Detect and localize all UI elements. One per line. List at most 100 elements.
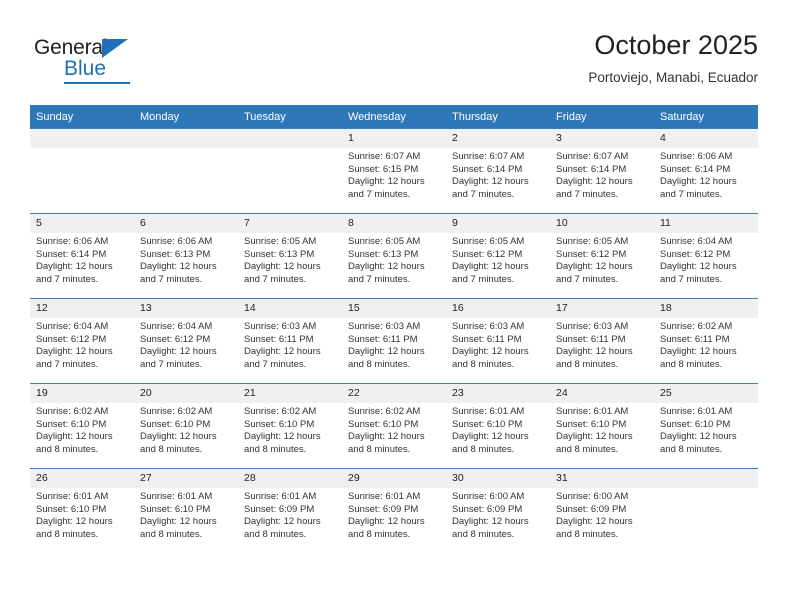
day-number: 5: [30, 214, 134, 233]
sunrise-text: Sunrise: 6:03 AM: [244, 321, 317, 332]
day-number: [30, 129, 134, 148]
calendar-day-cell[interactable]: 12 Sunrise: 6:04 AM Sunset: 6:12 PM Dayligh…: [30, 298, 134, 384]
calendar-day-cell[interactable]: 11 Sunrise: 6:04 AM Sunset: 6:12 PM Dayligh…: [654, 213, 758, 299]
sunset-text: Sunset: 6:10 PM: [660, 418, 731, 430]
day-sun-info: Sunrise: 6:01 AM Sunset: 6:10 PM Daylight:…: [654, 403, 758, 456]
daylight-text: Daylight: 12 hours and 8 minutes.: [36, 431, 113, 455]
day-sun-info: Sunrise: 6:04 AM Sunset: 6:12 PM Daylight:…: [654, 233, 758, 286]
sunset-text: Sunset: 6:12 PM: [660, 248, 731, 260]
sunrise-text: Sunrise: 6:01 AM: [36, 491, 109, 502]
calendar-day-cell[interactable]: 4 Sunrise: 6:06 AM Sunset: 6:14 PM Daylight…: [654, 128, 758, 214]
day-number: 31: [550, 469, 654, 488]
sunset-text: Sunset: 6:10 PM: [244, 418, 315, 430]
calendar-day-cell[interactable]: 24 Sunrise: 6:01 AM Sunset: 6:10 PM Dayligh…: [550, 383, 654, 469]
logo-underline: [64, 82, 130, 84]
calendar-day-cell[interactable]: 9 Sunrise: 6:05 AM Sunset: 6:12 PM Daylight…: [446, 213, 550, 299]
sunrise-text: Sunrise: 6:06 AM: [660, 151, 733, 162]
calendar-day-cell[interactable]: 17 Sunrise: 6:03 AM Sunset: 6:11 PM Dayligh…: [550, 298, 654, 384]
sunset-text: Sunset: 6:14 PM: [452, 163, 523, 175]
day-number: 28: [238, 469, 342, 488]
page-title: October 2025: [594, 30, 758, 60]
calendar-day-cell[interactable]: 29 Sunrise: 6:01 AM Sunset: 6:09 PM Dayligh…: [342, 468, 446, 553]
general-blue-logo[interactable]: General Blue: [34, 36, 154, 88]
calendar-day-cell[interactable]: 22 Sunrise: 6:02 AM Sunset: 6:10 PM Dayligh…: [342, 383, 446, 469]
calendar-day-cell[interactable]: 14 Sunrise: 6:03 AM Sunset: 6:11 PM Dayligh…: [238, 298, 342, 384]
calendar-day-cell[interactable]: 31 Sunrise: 6:00 AM Sunset: 6:09 PM Dayligh…: [550, 468, 654, 553]
day-number: 23: [446, 384, 550, 403]
sunrise-text: Sunrise: 6:02 AM: [244, 406, 317, 417]
day-number: 8: [342, 214, 446, 233]
sunset-text: Sunset: 6:11 PM: [244, 333, 314, 345]
calendar-day-cell[interactable]: 2 Sunrise: 6:07 AM Sunset: 6:14 PM Daylight…: [446, 128, 550, 214]
day-sun-info: Sunrise: 6:04 AM Sunset: 6:12 PM Daylight:…: [134, 318, 238, 371]
sunrise-text: Sunrise: 6:04 AM: [660, 236, 733, 247]
calendar-day-cell[interactable]: 19 Sunrise: 6:02 AM Sunset: 6:10 PM Dayligh…: [30, 383, 134, 469]
day-number: 10: [550, 214, 654, 233]
weekday-header-sunday: Sunday: [30, 105, 134, 129]
daylight-text: Daylight: 12 hours and 7 minutes.: [140, 346, 217, 370]
calendar-day-cell[interactable]: 8 Sunrise: 6:05 AM Sunset: 6:13 PM Daylight…: [342, 213, 446, 299]
calendar-day-cell[interactable]: 26 Sunrise: 6:01 AM Sunset: 6:10 PM Dayligh…: [30, 468, 134, 553]
calendar-page: General Blue October 2025 Portoviejo, Ma…: [0, 0, 792, 612]
day-number: 6: [134, 214, 238, 233]
daylight-text: Daylight: 12 hours and 8 minutes.: [660, 431, 737, 455]
sunset-text: Sunset: 6:13 PM: [348, 248, 419, 260]
calendar-day-cell[interactable]: 27 Sunrise: 6:01 AM Sunset: 6:10 PM Dayligh…: [134, 468, 238, 553]
sunset-text: Sunset: 6:13 PM: [244, 248, 315, 260]
day-number: 4: [654, 129, 758, 148]
calendar-cell-empty: [134, 128, 238, 214]
sunrise-text: Sunrise: 6:03 AM: [452, 321, 525, 332]
calendar-cell-empty: [654, 468, 758, 553]
sunrise-text: Sunrise: 6:06 AM: [140, 236, 213, 247]
weekday-header-friday: Friday: [550, 105, 654, 129]
calendar-day-cell[interactable]: 23 Sunrise: 6:01 AM Sunset: 6:10 PM Dayligh…: [446, 383, 550, 469]
daylight-text: Daylight: 12 hours and 8 minutes.: [452, 516, 529, 540]
day-sun-info: Sunrise: 6:05 AM Sunset: 6:13 PM Daylight:…: [342, 233, 446, 286]
sunrise-text: Sunrise: 6:04 AM: [140, 321, 213, 332]
sunset-text: Sunset: 6:11 PM: [556, 333, 626, 345]
sunrise-text: Sunrise: 6:00 AM: [556, 491, 629, 502]
day-number: 7: [238, 214, 342, 233]
calendar-day-cell[interactable]: 16 Sunrise: 6:03 AM Sunset: 6:11 PM Dayligh…: [446, 298, 550, 384]
title-block: October 2025 Portoviejo, Manabi, Ecuador: [588, 28, 758, 88]
day-sun-info: Sunrise: 6:03 AM Sunset: 6:11 PM Daylight:…: [446, 318, 550, 371]
sunset-text: Sunset: 6:11 PM: [452, 333, 522, 345]
calendar-day-cell[interactable]: 10 Sunrise: 6:05 AM Sunset: 6:12 PM Dayligh…: [550, 213, 654, 299]
calendar-day-cell[interactable]: 1 Sunrise: 6:07 AM Sunset: 6:15 PM Daylight…: [342, 128, 446, 214]
page-header: General Blue October 2025 Portoviejo, Ma…: [30, 28, 758, 94]
calendar-day-cell[interactable]: 7 Sunrise: 6:05 AM Sunset: 6:13 PM Daylight…: [238, 213, 342, 299]
calendar-day-cell[interactable]: 6 Sunrise: 6:06 AM Sunset: 6:13 PM Daylight…: [134, 213, 238, 299]
calendar-day-cell[interactable]: 13 Sunrise: 6:04 AM Sunset: 6:12 PM Dayligh…: [134, 298, 238, 384]
calendar-day-cell[interactable]: 20 Sunrise: 6:02 AM Sunset: 6:10 PM Dayligh…: [134, 383, 238, 469]
calendar-body: 1 Sunrise: 6:07 AM Sunset: 6:15 PM Daylight…: [30, 128, 758, 553]
calendar-day-cell[interactable]: 21 Sunrise: 6:02 AM Sunset: 6:10 PM Dayligh…: [238, 383, 342, 469]
day-sun-info: Sunrise: 6:01 AM Sunset: 6:09 PM Daylight:…: [342, 488, 446, 541]
day-sun-info: Sunrise: 6:04 AM Sunset: 6:12 PM Daylight:…: [30, 318, 134, 371]
calendar-week-row: 12 Sunrise: 6:04 AM Sunset: 6:12 PM Dayligh…: [30, 298, 758, 384]
day-number: [134, 129, 238, 148]
day-number: 26: [30, 469, 134, 488]
sunset-text: Sunset: 6:10 PM: [556, 418, 627, 430]
day-number: 22: [342, 384, 446, 403]
calendar-day-cell[interactable]: 18 Sunrise: 6:02 AM Sunset: 6:11 PM Dayligh…: [654, 298, 758, 384]
logo-triangle-icon: [102, 39, 128, 58]
daylight-text: Daylight: 12 hours and 8 minutes.: [348, 346, 425, 370]
calendar-day-cell[interactable]: 28 Sunrise: 6:01 AM Sunset: 6:09 PM Dayligh…: [238, 468, 342, 553]
sunset-text: Sunset: 6:14 PM: [660, 163, 731, 175]
sunrise-text: Sunrise: 6:06 AM: [36, 236, 109, 247]
sunrise-text: Sunrise: 6:02 AM: [140, 406, 213, 417]
calendar-day-cell[interactable]: 15 Sunrise: 6:03 AM Sunset: 6:11 PM Dayligh…: [342, 298, 446, 384]
sunset-text: Sunset: 6:10 PM: [140, 503, 211, 515]
day-sun-info: Sunrise: 6:05 AM Sunset: 6:13 PM Daylight:…: [238, 233, 342, 286]
day-sun-info: Sunrise: 6:03 AM Sunset: 6:11 PM Daylight:…: [342, 318, 446, 371]
calendar-day-cell[interactable]: 3 Sunrise: 6:07 AM Sunset: 6:14 PM Daylight…: [550, 128, 654, 214]
daylight-text: Daylight: 12 hours and 7 minutes.: [452, 261, 529, 285]
day-sun-info: Sunrise: 6:07 AM Sunset: 6:15 PM Daylight:…: [342, 148, 446, 201]
calendar-day-cell[interactable]: 25 Sunrise: 6:01 AM Sunset: 6:10 PM Dayligh…: [654, 383, 758, 469]
sunset-text: Sunset: 6:10 PM: [36, 418, 107, 430]
weekday-header-saturday: Saturday: [654, 105, 758, 129]
sunrise-text: Sunrise: 6:01 AM: [348, 491, 421, 502]
day-sun-info: Sunrise: 6:05 AM Sunset: 6:12 PM Daylight:…: [446, 233, 550, 286]
calendar-day-cell[interactable]: 30 Sunrise: 6:00 AM Sunset: 6:09 PM Dayligh…: [446, 468, 550, 553]
calendar-day-cell[interactable]: 5 Sunrise: 6:06 AM Sunset: 6:14 PM Daylight…: [30, 213, 134, 299]
